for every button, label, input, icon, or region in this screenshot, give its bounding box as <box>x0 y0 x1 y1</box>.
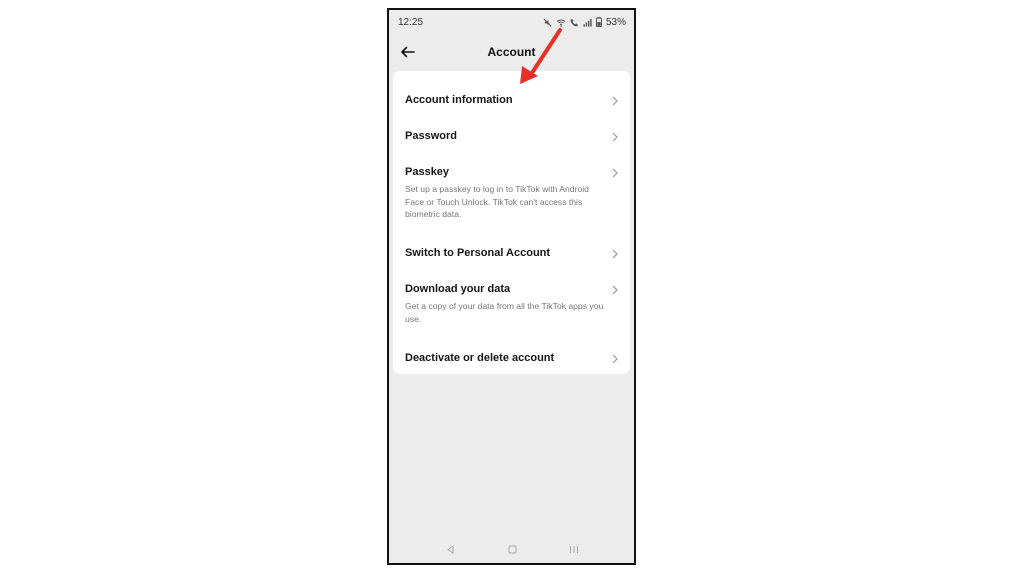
menu-item-label: Deactivate or delete account <box>405 352 555 364</box>
account-menu-card: Account information Password Passkey Set… <box>393 71 630 374</box>
menu-item-label: Download your data <box>405 283 511 295</box>
android-nav-bar <box>389 535 634 563</box>
nav-home-button[interactable] <box>505 543 519 555</box>
battery-icon <box>595 17 602 27</box>
chevron-right-icon <box>612 96 618 106</box>
nav-recents-button[interactable] <box>567 543 581 555</box>
page-title: Account <box>487 45 536 59</box>
chevron-right-icon <box>612 354 618 364</box>
chevron-right-icon <box>612 249 618 259</box>
home-square-icon <box>508 545 516 553</box>
battery-percent: 53% <box>605 16 626 28</box>
status-icons: 53% <box>543 17 626 28</box>
menu-item-passkey[interactable]: Passkey Set up a passkey to log in to Ti… <box>393 166 630 221</box>
menu-item-deactivate-delete[interactable]: Deactivate or delete account <box>393 352 630 366</box>
status-time: 12:25 <box>398 16 424 28</box>
recents-icon <box>570 545 578 553</box>
chevron-right-icon <box>612 132 618 142</box>
nav-back-button[interactable] <box>443 543 457 555</box>
back-triangle-icon <box>446 544 453 554</box>
cell-signal-icon <box>583 18 592 27</box>
call-signal-icon <box>570 18 579 27</box>
phone-screen: 12:25 53% Account Account information Pa… <box>387 8 636 565</box>
menu-item-label: Passkey <box>405 166 450 178</box>
menu-item-label: Account information <box>405 94 513 106</box>
menu-item-switch-account[interactable]: Switch to Personal Account <box>393 247 630 261</box>
menu-item-description: Set up a passkey to log in to TikTok wit… <box>405 184 589 219</box>
wifi-icon <box>556 18 566 27</box>
menu-item-password[interactable]: Password <box>393 130 630 144</box>
mute-icon <box>543 18 552 27</box>
menu-item-download-data[interactable]: Download your data Get a copy of your da… <box>393 283 630 325</box>
chevron-right-icon <box>612 285 618 295</box>
header: Account <box>389 38 634 66</box>
chevron-right-icon <box>612 168 618 178</box>
menu-item-account-information[interactable]: Account information <box>393 94 630 108</box>
menu-item-description: Get a copy of your data from all the Tik… <box>405 301 604 324</box>
menu-item-label: Password <box>405 130 457 142</box>
status-bar: 12:25 53% <box>389 10 634 34</box>
menu-item-label: Switch to Personal Account <box>405 247 551 259</box>
